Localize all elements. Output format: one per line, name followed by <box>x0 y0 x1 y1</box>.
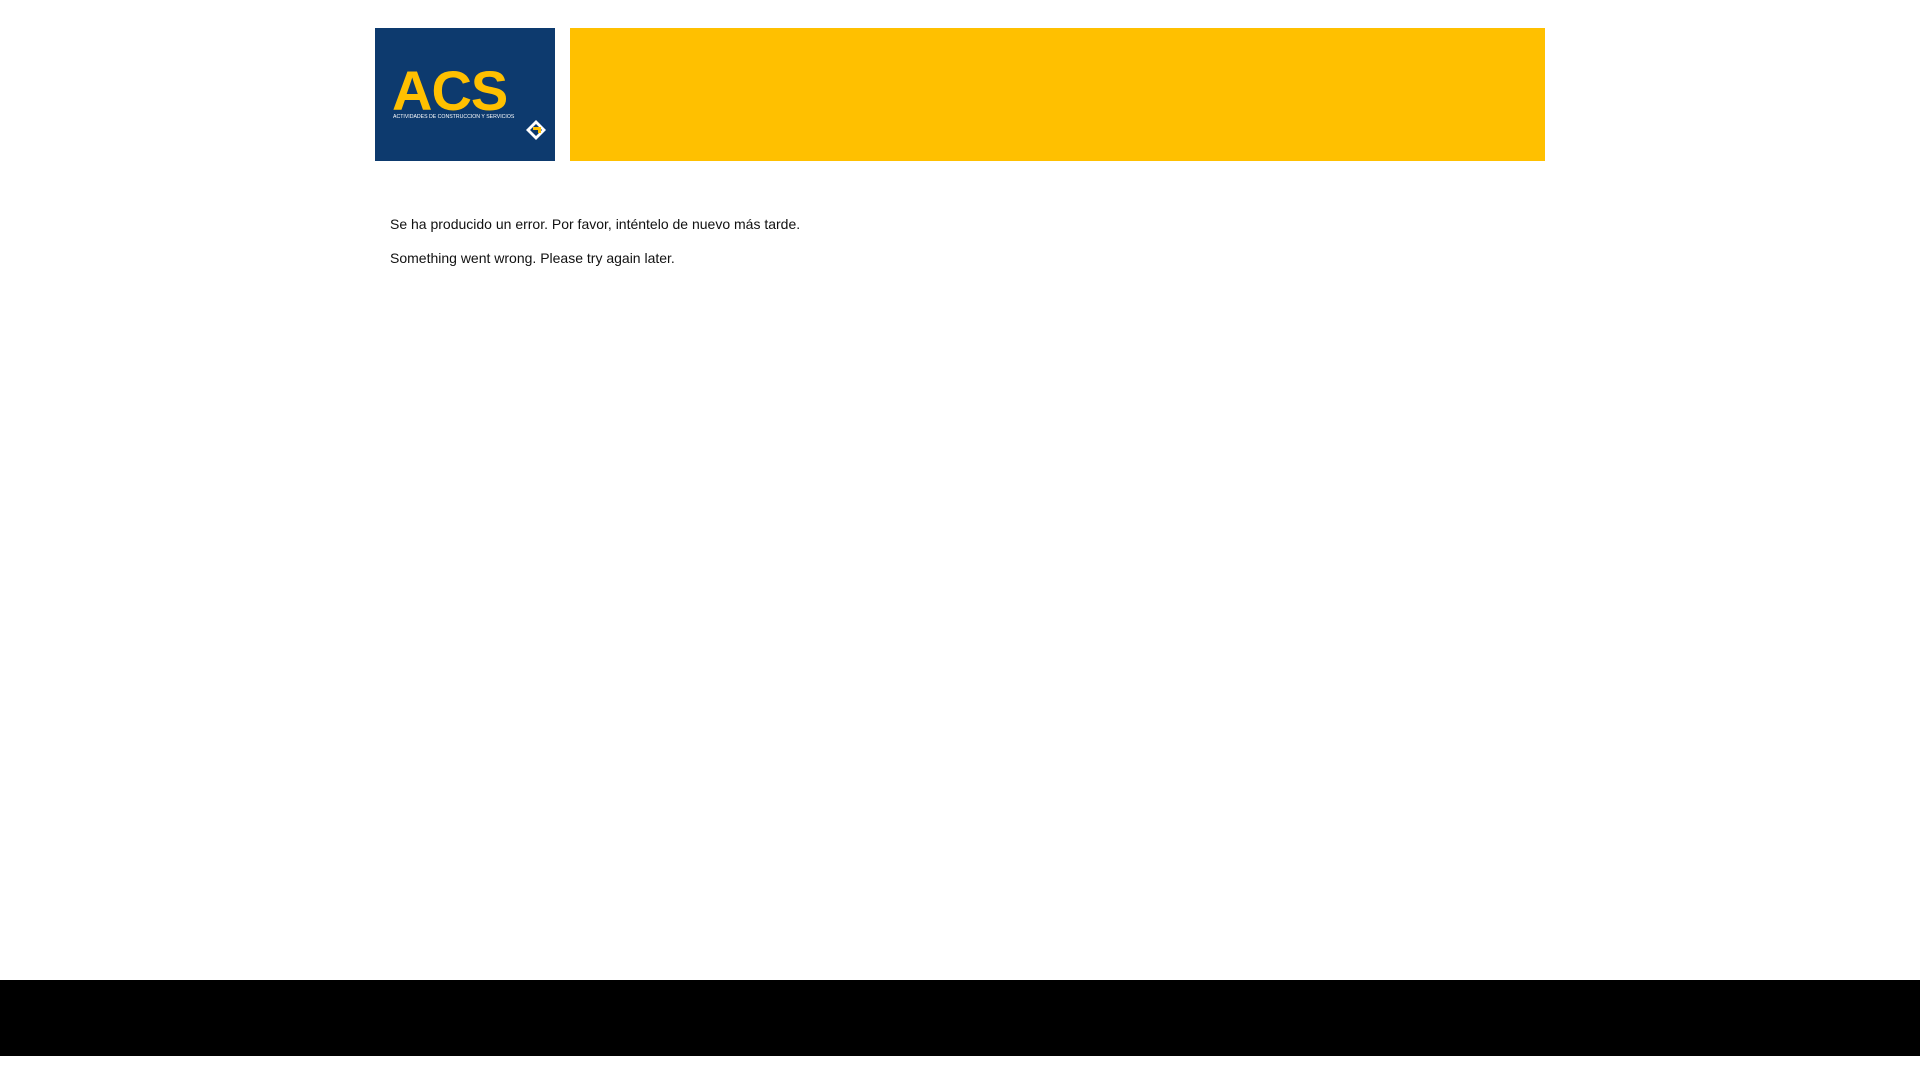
page-footer <box>0 980 1920 1056</box>
page-header: ACS ACTIVIDADES DE CONSTRUCCION Y SERVIC… <box>375 28 1545 161</box>
acs-logo-mark: ACS ACTIVIDADES DE CONSTRUCCION Y SERVIC… <box>375 28 555 161</box>
error-message-area: Se ha producido un error. Por favor, int… <box>390 213 1530 269</box>
error-message-spanish: Se ha producido un error. Por favor, int… <box>390 216 801 232</box>
svg-text:ACS: ACS <box>392 59 507 122</box>
yellow-banner <box>570 28 1545 161</box>
acs-logo: ACS ACTIVIDADES DE CONSTRUCCION Y SERVIC… <box>375 28 555 161</box>
svg-text:ACTIVIDADES DE CONSTRUCCION Y: ACTIVIDADES DE CONSTRUCCION Y SERVICIOS <box>393 114 515 120</box>
error-page: ACS ACTIVIDADES DE CONSTRUCCION Y SERVIC… <box>0 0 1920 1080</box>
error-message-english: Something went wrong. Please try again l… <box>390 250 675 266</box>
